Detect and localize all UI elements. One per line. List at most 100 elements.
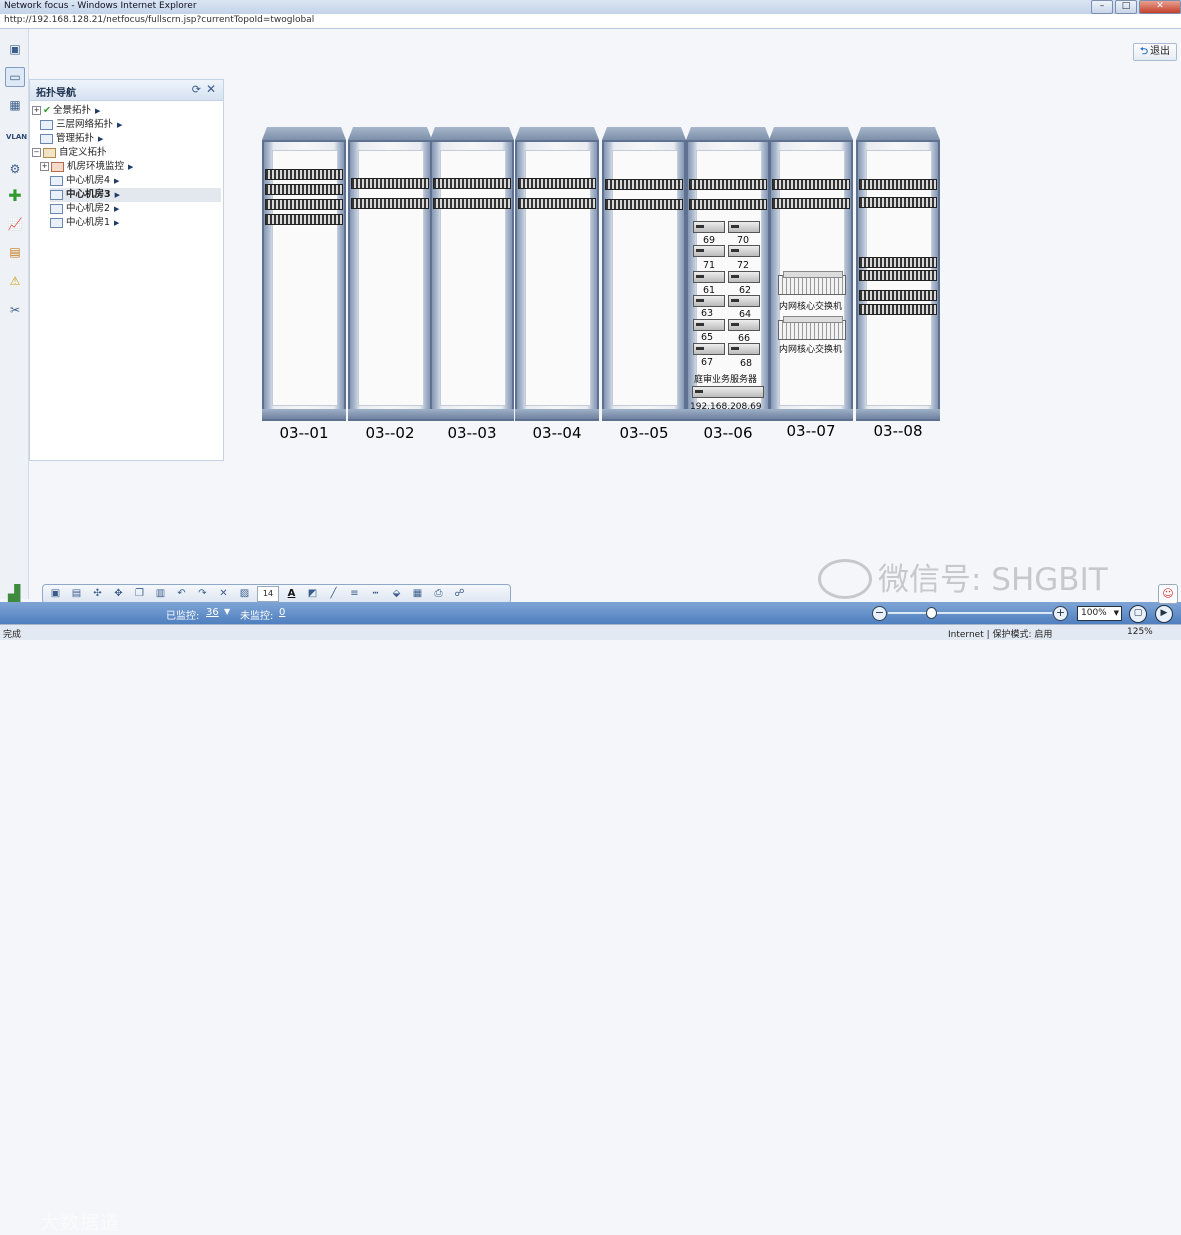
- expand-icon[interactable]: +: [40, 162, 49, 171]
- core-switch[interactable]: [778, 271, 846, 295]
- server[interactable]: [692, 386, 764, 398]
- tree-item-layer3-topology[interactable]: 三层网络拓扑 ▶: [40, 118, 122, 132]
- network-switch[interactable]: [265, 214, 343, 225]
- device-icon[interactable]: ▤: [5, 242, 25, 262]
- browser-zoom[interactable]: 125%: [1127, 627, 1153, 637]
- fill-icon[interactable]: ◩: [304, 587, 321, 601]
- arrow-right-icon[interactable]: ▶: [128, 163, 133, 171]
- network-switch[interactable]: [351, 198, 429, 209]
- network-switch[interactable]: [859, 179, 937, 190]
- network-switch[interactable]: [859, 270, 937, 281]
- tree-item-room-environment[interactable]: + 机房环境监控 ▶: [40, 160, 133, 174]
- chart-icon[interactable]: 📈: [5, 214, 25, 234]
- line-dash-icon[interactable]: ┅: [367, 587, 384, 601]
- tree-item-room-3[interactable]: 中心机房3 ▶: [50, 188, 221, 202]
- server[interactable]: [693, 245, 725, 257]
- vlan-button[interactable]: VLAN: [5, 127, 27, 147]
- network-switch[interactable]: [265, 199, 343, 210]
- monitored-count[interactable]: 36: [206, 607, 219, 618]
- unmonitored-count[interactable]: 0: [279, 607, 285, 618]
- network-switch[interactable]: [433, 178, 511, 189]
- image-icon[interactable]: ▨: [236, 587, 253, 601]
- overview-icon[interactable]: ▢: [1129, 605, 1147, 623]
- server[interactable]: [728, 271, 760, 283]
- server[interactable]: [728, 221, 760, 233]
- fit-icon[interactable]: ✣: [89, 587, 106, 601]
- server[interactable]: [693, 319, 725, 331]
- server[interactable]: [693, 271, 725, 283]
- zoom-slider[interactable]: − +: [872, 604, 1068, 622]
- user-icon[interactable]: ☺: [1158, 584, 1178, 604]
- undo-icon[interactable]: ↶: [173, 587, 190, 601]
- server[interactable]: [728, 245, 760, 257]
- arrow-right-icon[interactable]: ▶: [98, 135, 103, 143]
- rack-03-05[interactable]: [602, 127, 686, 421]
- tree-item-room-4[interactable]: 中心机房4 ▶: [50, 174, 119, 188]
- rack-03-03[interactable]: [430, 127, 514, 421]
- server[interactable]: [693, 221, 725, 233]
- tree-item-global-topology[interactable]: + ✔ 全景拓扑 ▶: [32, 104, 100, 118]
- network-switch[interactable]: [518, 198, 596, 209]
- monitored-dropdown-icon[interactable]: ▼: [224, 607, 230, 616]
- network-switch[interactable]: [605, 199, 683, 210]
- paint-icon[interactable]: ⬙: [388, 587, 405, 601]
- grid-view-icon[interactable]: ▦: [5, 95, 25, 115]
- settings-icon[interactable]: ⚙: [5, 159, 25, 179]
- server[interactable]: [728, 319, 760, 331]
- tree-item-room-2[interactable]: 中心机房2 ▶: [50, 202, 119, 216]
- rack-03-02[interactable]: [348, 127, 432, 421]
- tree-item-custom-topology[interactable]: − 自定义拓扑: [32, 146, 107, 160]
- line-icon[interactable]: ╱: [325, 587, 342, 601]
- open-icon[interactable]: ▤: [68, 587, 85, 601]
- core-switch[interactable]: [778, 316, 846, 340]
- arrow-right-icon[interactable]: ▶: [114, 205, 119, 213]
- network-switch[interactable]: [859, 197, 937, 208]
- network-switch[interactable]: [265, 184, 343, 195]
- network-switch[interactable]: [689, 199, 767, 210]
- refresh-icon[interactable]: ⟳: [192, 83, 201, 96]
- zoom-in-button[interactable]: +: [1053, 606, 1068, 621]
- line-style-icon[interactable]: ≡: [346, 587, 363, 601]
- network-switch[interactable]: [859, 304, 937, 315]
- rack-03-07[interactable]: 内网核心交换机 内网核心交换机: [769, 127, 853, 421]
- tree-item-management-topology[interactable]: 管理拓扑 ▶: [40, 132, 103, 146]
- network-switch[interactable]: [859, 290, 937, 301]
- server[interactable]: [728, 295, 760, 307]
- redo-icon[interactable]: ↷: [194, 587, 211, 601]
- close-window-button[interactable]: ✕: [1139, 0, 1181, 14]
- arrow-right-icon[interactable]: ▶: [114, 219, 119, 227]
- add-icon[interactable]: ✚: [5, 186, 25, 206]
- network-switch[interactable]: [689, 179, 767, 190]
- arrow-right-icon[interactable]: ▶: [117, 121, 122, 129]
- maximize-button[interactable]: □: [1115, 0, 1137, 14]
- play-icon[interactable]: ▶: [1155, 605, 1173, 623]
- network-switch[interactable]: [518, 178, 596, 189]
- rack-view-icon[interactable]: ▭: [5, 67, 25, 87]
- rack-03-01[interactable]: [262, 127, 346, 421]
- server[interactable]: [693, 295, 725, 307]
- print-icon[interactable]: ⎙: [430, 587, 447, 601]
- rack-03-08[interactable]: [856, 127, 940, 421]
- address-bar[interactable]: http://192.168.128.21/netfocus/fullscrn.…: [0, 14, 1181, 29]
- network-switch[interactable]: [265, 169, 343, 180]
- network-switch[interactable]: [433, 198, 511, 209]
- zoom-out-button[interactable]: −: [872, 606, 887, 621]
- warning-icon[interactable]: ⚠: [5, 271, 25, 291]
- arrow-right-icon[interactable]: ▶: [95, 107, 100, 115]
- copy-icon[interactable]: ❐: [131, 587, 148, 601]
- paste-icon[interactable]: ▥: [152, 587, 169, 601]
- server[interactable]: [728, 343, 760, 355]
- font-size-select[interactable]: 14: [257, 586, 279, 602]
- export-icon[interactable]: ▦: [409, 587, 426, 601]
- minimize-button[interactable]: –: [1091, 0, 1113, 14]
- network-switch[interactable]: [772, 198, 850, 209]
- move-icon[interactable]: ✥: [110, 587, 127, 601]
- logout-button[interactable]: ⮌ 退出: [1133, 43, 1178, 61]
- network-switch[interactable]: [351, 178, 429, 189]
- network-icon[interactable]: ☍: [451, 587, 468, 601]
- tree-item-room-1[interactable]: 中心机房1 ▶: [50, 216, 119, 230]
- topology-view-icon[interactable]: ▣: [5, 39, 25, 59]
- zoom-slider-handle[interactable]: [926, 607, 937, 619]
- delete-icon[interactable]: ✕: [215, 587, 232, 601]
- expand-icon[interactable]: +: [32, 106, 41, 115]
